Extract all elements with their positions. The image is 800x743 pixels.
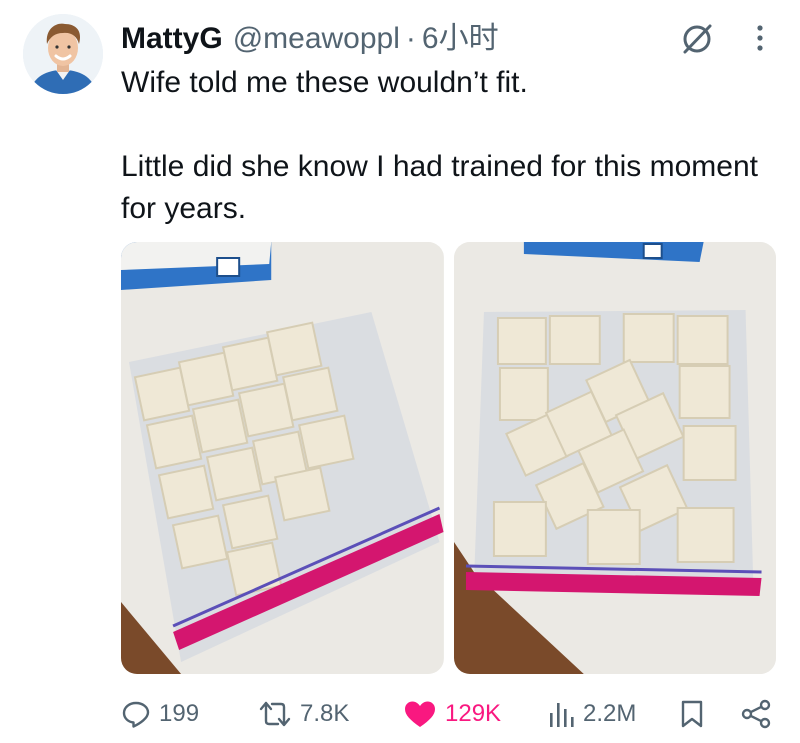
views-button[interactable]: 2.2M xyxy=(547,694,636,734)
photo-right[interactable] xyxy=(453,242,776,674)
share-icon xyxy=(741,699,771,729)
tweet-paragraph: Wife told me these wouldn’t fit. xyxy=(121,66,528,99)
grok-icon xyxy=(683,24,712,54)
grok-button[interactable] xyxy=(680,22,714,56)
share-button[interactable] xyxy=(739,694,773,734)
bookmark-button[interactable] xyxy=(679,694,705,734)
reply-button[interactable]: 199 xyxy=(121,694,199,734)
handle[interactable]: @meawoppl xyxy=(233,19,400,59)
timestamp[interactable]: 6小时 xyxy=(422,19,499,59)
analytics-icon xyxy=(550,703,574,727)
tweet-text: Wife told me these wouldn’t fit. Little … xyxy=(121,62,781,230)
like-count: 129K xyxy=(445,700,502,727)
action-bar: 199 7.8K 129K 2.2M xyxy=(121,694,776,734)
views-count: 2.2M xyxy=(583,700,637,727)
reply-count: 199 xyxy=(159,700,200,727)
media-grid xyxy=(121,242,776,674)
photo-left[interactable] xyxy=(121,242,444,674)
display-name[interactable]: MattyG xyxy=(121,19,223,59)
repost-icon xyxy=(259,701,291,727)
reply-icon xyxy=(122,701,150,728)
bookmark-icon xyxy=(681,700,703,728)
separator-dot: · xyxy=(405,22,416,55)
more-icon xyxy=(757,25,763,51)
repost-button[interactable]: 7.8K xyxy=(258,694,349,734)
tweet-header: MattyG @meawoppl · 6小时 xyxy=(121,19,499,59)
tweet-paragraph: Little did she know I had trained for th… xyxy=(121,150,759,225)
tweet: MattyG @meawoppl · 6小时 Wife told me thes… xyxy=(0,0,800,743)
avatar[interactable] xyxy=(23,14,103,94)
photo-left-image xyxy=(121,242,444,674)
heart-icon xyxy=(405,701,435,727)
avatar-photo xyxy=(23,14,103,94)
photo-right-image xyxy=(453,242,776,674)
like-button[interactable]: 129K xyxy=(403,694,501,734)
repost-count: 7.8K xyxy=(300,700,350,727)
more-button[interactable] xyxy=(748,20,772,56)
